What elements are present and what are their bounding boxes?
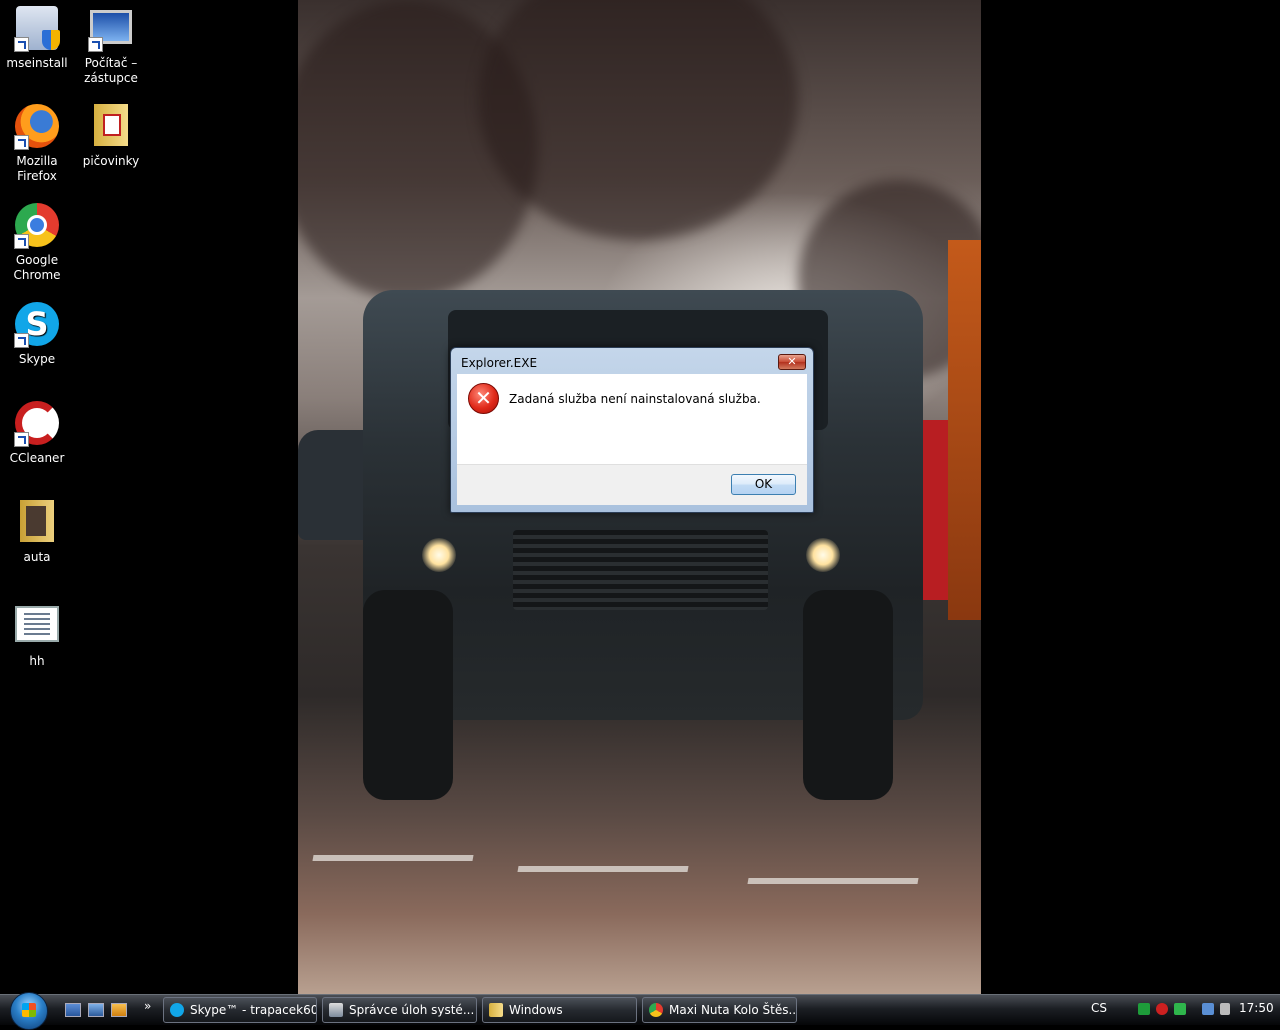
desktop-icon-label: CCleaner: [9, 451, 65, 465]
clock[interactable]: 17:50: [1239, 1001, 1274, 1015]
taskbar-button-label: Správce úloh systé...: [349, 1003, 475, 1017]
dialog-footer: OK: [457, 464, 807, 505]
desktop-icon-label: zástupce: [84, 71, 138, 85]
desktop-icon-label: hh: [29, 654, 45, 668]
skype-icon: [170, 1003, 184, 1017]
desktop-icon-label: Chrome: [13, 268, 61, 282]
volume-icon[interactable]: [1220, 1003, 1230, 1015]
shortcut-arrow-icon: [14, 234, 29, 249]
close-icon: ✕: [787, 355, 797, 368]
shortcut-arrow-icon: [14, 432, 29, 447]
desktop-icon-auta[interactable]: auta: [0, 500, 74, 565]
desktop-icon-firefox[interactable]: Mozilla Firefox: [0, 104, 74, 184]
tray-security-icon[interactable]: [1174, 1003, 1186, 1015]
task-manager-icon: [329, 1003, 343, 1017]
shortcut-arrow-icon: [14, 333, 29, 348]
folder-icon: [20, 500, 54, 542]
image-file-icon: [15, 606, 59, 642]
desktop-icon-chrome[interactable]: Google Chrome: [0, 203, 74, 283]
network-icon[interactable]: [1202, 1003, 1214, 1015]
tray-app-icon[interactable]: [1138, 1003, 1150, 1015]
pdf-folder-icon: [94, 104, 128, 146]
chrome-icon: [649, 1003, 663, 1017]
desktop-icon-label: Google: [15, 253, 59, 267]
start-button[interactable]: [10, 992, 48, 1030]
desktop-icon-hh[interactable]: hh: [0, 604, 74, 669]
taskbar-button-windows[interactable]: Windows: [482, 997, 637, 1023]
shortcut-arrow-icon: [14, 37, 29, 52]
desktop-icon-mseinstall[interactable]: mseinstall: [0, 6, 74, 71]
folder-icon: [489, 1003, 503, 1017]
desktop-icon-computer[interactable]: Počítač – zástupce: [74, 6, 148, 86]
taskbar: » Skype™ - trapacek606 Správce úloh syst…: [0, 992, 1280, 1030]
language-indicator[interactable]: CS: [1091, 1001, 1107, 1015]
dialog-message: Zadaná služba není nainstalovaná služba.: [509, 392, 761, 406]
error-icon: ✕: [468, 383, 499, 414]
dialog-body: ✕ Zadaná služba není nainstalovaná služb…: [457, 374, 807, 464]
show-desktop-icon[interactable]: [65, 1003, 81, 1017]
desktop-icon-label: Skype: [18, 352, 56, 366]
dialog-title: Explorer.EXE: [461, 356, 538, 370]
quick-launch-chevron[interactable]: »: [144, 999, 151, 1013]
shortcut-arrow-icon: [88, 37, 103, 52]
switch-windows-icon[interactable]: [88, 1003, 104, 1017]
tray-status-icon[interactable]: [1156, 1003, 1168, 1015]
taskbar-button-label: Windows: [509, 1003, 563, 1017]
desktop-icon-label: pičovinky: [82, 154, 140, 168]
media-player-icon[interactable]: [111, 1003, 127, 1017]
taskbar-button-skype[interactable]: Skype™ - trapacek606: [163, 997, 317, 1023]
desktop-icon-skype[interactable]: S Skype: [0, 302, 74, 367]
desktop-icon-label: Mozilla: [16, 154, 58, 168]
taskbar-button-label: Skype™ - trapacek606: [190, 1003, 317, 1017]
ok-button[interactable]: OK: [731, 474, 796, 495]
taskbar-button-chrome[interactable]: Maxi Nuta Kolo Štěs...: [642, 997, 797, 1023]
error-dialog: Explorer.EXE ✕ ✕ Zadaná služba není nain…: [450, 347, 814, 513]
desktop-icon-picovinky[interactable]: pičovinky: [74, 104, 148, 169]
desktop-icon-label: Počítač –: [84, 56, 138, 70]
desktop-icon-ccleaner[interactable]: CCleaner: [0, 401, 74, 466]
desktop-icon-label: Firefox: [17, 169, 57, 183]
shortcut-arrow-icon: [14, 135, 29, 150]
taskbar-button-task-manager[interactable]: Správce úloh systé...: [322, 997, 477, 1023]
desktop-icon-label: mseinstall: [6, 56, 68, 70]
desktop-icon-label: auta: [23, 550, 51, 564]
taskbar-button-label: Maxi Nuta Kolo Štěs...: [669, 1003, 797, 1017]
close-button[interactable]: ✕: [778, 354, 806, 370]
